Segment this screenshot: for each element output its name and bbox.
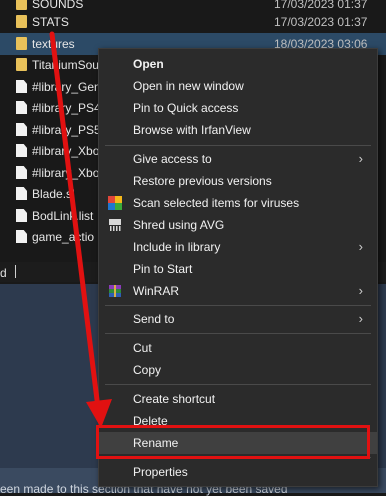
- context-menu: Open Open in new window Pin to Quick acc…: [98, 48, 378, 487]
- menu-item-label: Scan selected items for viruses: [133, 196, 300, 210]
- menu-separator: [105, 145, 371, 146]
- rename-highlight-box: [96, 425, 370, 459]
- chevron-right-icon: ›: [358, 151, 363, 166]
- menu-item-label: Browse with IrfanView: [133, 123, 251, 137]
- folder-icon: [16, 15, 27, 28]
- file-row[interactable]: STATS 17/03/2023 01:37: [0, 11, 386, 33]
- file-icon: [16, 209, 27, 222]
- menu-separator: [105, 333, 371, 334]
- menu-item-create-shortcut[interactable]: Create shortcut: [99, 388, 377, 410]
- menu-item-label: Pin to Start: [133, 262, 193, 276]
- menu-item-label: Open in new window: [133, 79, 244, 93]
- chevron-right-icon: ›: [358, 239, 363, 254]
- menu-item-winrar[interactable]: WinRAR ›: [99, 280, 377, 302]
- file-name: STATS: [32, 15, 69, 29]
- status-divider: [15, 265, 16, 278]
- menu-item-label: Properties: [133, 465, 188, 479]
- file-name: #library_Xbo: [32, 166, 100, 180]
- menu-item-shred-avg[interactable]: Shred using AVG: [99, 214, 377, 236]
- menu-separator: [105, 305, 371, 306]
- file-icon: [16, 187, 27, 200]
- file-name: #library_PS5: [32, 123, 101, 137]
- file-icon: [16, 166, 27, 179]
- file-icon: [16, 144, 27, 157]
- menu-item-restore-versions[interactable]: Restore previous versions: [99, 170, 377, 192]
- menu-item-label: Give access to: [133, 152, 212, 166]
- file-name: BodLink.list: [32, 209, 94, 223]
- menu-item-browse-irfanview[interactable]: Browse with IrfanView: [99, 119, 377, 141]
- menu-item-properties[interactable]: Properties: [99, 461, 377, 483]
- file-name: SOUNDS: [32, 0, 84, 11]
- menu-item-include-library[interactable]: Include in library ›: [99, 236, 377, 258]
- menu-item-label: Send to: [133, 312, 175, 326]
- folder-icon: [16, 58, 27, 71]
- menu-item-label: Shred using AVG: [133, 218, 225, 232]
- status-text: d: [0, 266, 7, 280]
- chevron-right-icon: ›: [358, 311, 363, 326]
- folder-icon: [16, 37, 27, 50]
- menu-item-label: Pin to Quick access: [133, 101, 239, 115]
- menu-item-copy[interactable]: Copy: [99, 359, 377, 381]
- menu-item-label: WinRAR: [133, 284, 180, 298]
- file-name: TitaniumSou: [32, 58, 99, 72]
- menu-item-cut[interactable]: Cut: [99, 337, 377, 359]
- file-icon: [16, 101, 27, 114]
- file-name: #library_PS4: [32, 101, 101, 115]
- menu-item-label: Copy: [133, 363, 162, 377]
- file-date: 17/03/2023 01:37: [274, 15, 368, 29]
- folder-icon: [16, 0, 27, 10]
- menu-item-open-new-window[interactable]: Open in new window: [99, 75, 377, 97]
- menu-item-label: Open: [133, 57, 164, 71]
- file-name: #library_Xbo: [32, 144, 100, 158]
- menu-item-pin-start[interactable]: Pin to Start: [99, 258, 377, 280]
- file-date: 17/03/2023 01:37: [274, 0, 368, 11]
- file-name: game_actio: [32, 230, 95, 244]
- menu-separator: [105, 384, 371, 385]
- file-icon: [16, 230, 27, 243]
- menu-item-label: Restore previous versions: [133, 174, 272, 188]
- menu-item-label: Create shortcut: [133, 392, 216, 406]
- menu-item-scan-viruses[interactable]: Scan selected items for viruses: [99, 192, 377, 214]
- chevron-right-icon: ›: [358, 283, 363, 298]
- file-name: textures: [32, 37, 75, 51]
- file-name: #library_Gen: [32, 80, 101, 94]
- menu-item-pin-quick-access[interactable]: Pin to Quick access: [99, 97, 377, 119]
- file-icon: [16, 123, 27, 136]
- file-name: Blade.sl: [32, 187, 75, 201]
- menu-item-send-to[interactable]: Send to ›: [99, 308, 377, 330]
- menu-item-label: Cut: [133, 341, 152, 355]
- menu-item-label: Include in library: [133, 240, 221, 254]
- menu-item-give-access[interactable]: Give access to ›: [99, 148, 377, 170]
- file-icon: [16, 80, 27, 93]
- winrar-icon: [108, 284, 122, 298]
- shredder-icon: [108, 218, 122, 232]
- avg-scan-icon: [108, 196, 122, 210]
- menu-item-open[interactable]: Open: [99, 53, 377, 75]
